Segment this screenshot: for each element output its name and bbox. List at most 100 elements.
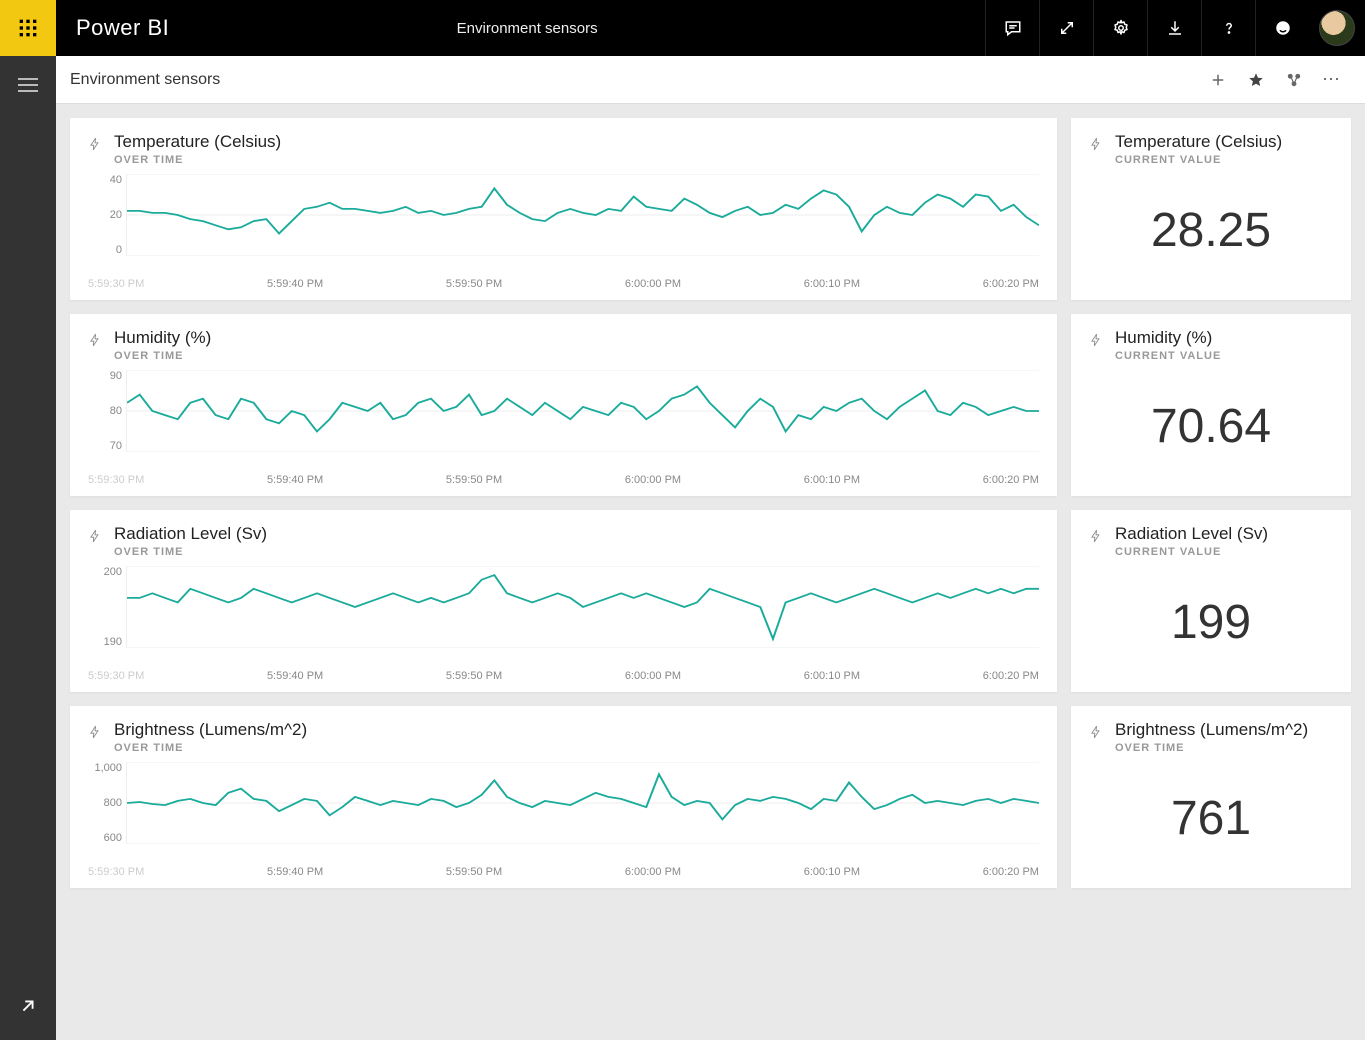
lightning-icon — [88, 135, 102, 153]
y-axis-labels: 908070 — [88, 370, 122, 452]
share-button[interactable] — [1275, 61, 1313, 99]
star-icon — [1247, 71, 1265, 89]
streaming-indicator-icon — [1089, 331, 1103, 354]
kpi-tile[interactable]: Temperature (Celsius)CURRENT VALUE28.25 — [1071, 118, 1351, 300]
x-tick: 6:00:00 PM — [625, 278, 681, 290]
tile-title: Radiation Level (Sv) — [1115, 524, 1333, 544]
share-icon — [1285, 71, 1303, 89]
kpi-tile[interactable]: Brightness (Lumens/m^2)OVER TIME761 — [1071, 706, 1351, 888]
help-icon — [1220, 19, 1238, 37]
streaming-indicator-icon — [1089, 723, 1103, 746]
tile-subtitle: OVER TIME — [1115, 742, 1333, 754]
x-axis-labels: 5:59:30 PM5:59:40 PM5:59:50 PM6:00:00 PM… — [88, 670, 1039, 682]
x-tick: 6:00:10 PM — [804, 866, 860, 878]
x-tick: 5:59:30 PM — [88, 474, 144, 486]
x-tick: 5:59:30 PM — [88, 670, 144, 682]
expand-icon — [1058, 19, 1076, 37]
streaming-indicator-icon — [88, 723, 102, 746]
download-icon — [1166, 19, 1184, 37]
y-axis-labels: 1,000800600 — [88, 762, 122, 844]
tile-title: Temperature (Celsius) — [114, 132, 1039, 152]
open-external-icon — [17, 995, 39, 1017]
fullscreen-button[interactable] — [1039, 0, 1093, 56]
kpi-value: 199 — [1089, 558, 1333, 682]
feedback-button[interactable] — [1255, 0, 1309, 56]
chart-tile[interactable]: Radiation Level (Sv)OVER TIME2001905:59:… — [70, 510, 1057, 692]
chart-body: 200 190 — [88, 566, 1039, 666]
plot-area — [126, 762, 1039, 844]
x-tick: 6:00:00 PM — [625, 670, 681, 682]
y-tick: 20 — [110, 209, 122, 221]
tile-subtitle: CURRENT VALUE — [1115, 154, 1333, 166]
comments-button[interactable] — [985, 0, 1039, 56]
open-external-button[interactable] — [17, 995, 39, 1022]
y-tick: 40 — [110, 174, 122, 186]
user-avatar-button[interactable] — [1309, 0, 1365, 56]
x-tick: 6:00:20 PM — [983, 278, 1039, 290]
streaming-indicator-icon — [1089, 135, 1103, 158]
x-tick: 5:59:30 PM — [88, 278, 144, 290]
x-tick: 5:59:40 PM — [267, 670, 323, 682]
lightning-icon — [1089, 527, 1103, 545]
y-tick: 0 — [116, 244, 122, 256]
more-options-button[interactable]: ⋯ — [1313, 61, 1351, 99]
x-tick: 6:00:10 PM — [804, 278, 860, 290]
page-title: Environment sensors — [169, 20, 885, 37]
tile-title: Radiation Level (Sv) — [114, 524, 1039, 544]
sensor-row: Brightness (Lumens/m^2)OVER TIME1,000800… — [70, 706, 1351, 888]
settings-button[interactable] — [1093, 0, 1147, 56]
left-nav-rail — [0, 56, 56, 1040]
chart-body: 40 20 0 — [88, 174, 1039, 274]
plus-icon — [1209, 71, 1227, 89]
streaming-indicator-icon — [88, 527, 102, 550]
x-tick: 5:59:50 PM — [446, 278, 502, 290]
add-tile-button[interactable] — [1199, 61, 1237, 99]
tile-title: Humidity (%) — [114, 328, 1039, 348]
y-tick: 90 — [110, 370, 122, 382]
y-tick: 200 — [104, 566, 122, 578]
brand-label: Power BI — [76, 15, 169, 41]
tile-title: Brightness (Lumens/m^2) — [1115, 720, 1333, 740]
x-tick: 5:59:40 PM — [267, 866, 323, 878]
y-tick: 800 — [104, 797, 122, 809]
tile-subtitle: OVER TIME — [114, 742, 1039, 754]
app-launcher-button[interactable] — [0, 0, 56, 56]
kpi-tile[interactable]: Humidity (%)CURRENT VALUE70.64 — [1071, 314, 1351, 496]
kpi-tile[interactable]: Radiation Level (Sv) CURRENT VALUE199 — [1071, 510, 1351, 692]
x-tick: 6:00:00 PM — [625, 866, 681, 878]
tile-subtitle: CURRENT VALUE — [1115, 546, 1333, 558]
lightning-icon — [1089, 135, 1103, 153]
x-axis-labels: 5:59:30 PM5:59:40 PM5:59:50 PM6:00:00 PM… — [88, 278, 1039, 290]
nav-toggle-button[interactable] — [18, 74, 38, 96]
help-button[interactable] — [1201, 0, 1255, 56]
lightning-icon — [88, 723, 102, 741]
sensor-row: Radiation Level (Sv)OVER TIME2001905:59:… — [70, 510, 1351, 692]
x-tick: 6:00:20 PM — [983, 866, 1039, 878]
x-tick: 6:00:20 PM — [983, 474, 1039, 486]
gear-icon — [1112, 19, 1130, 37]
download-button[interactable] — [1147, 0, 1201, 56]
chart-tile[interactable]: Brightness (Lumens/m^2)OVER TIME1,000800… — [70, 706, 1057, 888]
x-tick: 6:00:20 PM — [983, 670, 1039, 682]
sensor-row: Humidity (%)OVER TIME9080705:59:30 PM5:5… — [70, 314, 1351, 496]
sub-header: Environment sensors ⋯ — [56, 56, 1365, 104]
streaming-indicator-icon — [88, 135, 102, 158]
smile-icon — [1274, 19, 1292, 37]
chart-body: 1,000800600 — [88, 762, 1039, 862]
plot-area — [126, 174, 1039, 256]
waffle-icon — [18, 18, 38, 38]
topbar-actions — [985, 0, 1365, 56]
lightning-icon — [1089, 331, 1103, 349]
chart-tile[interactable]: Temperature (Celsius) OVER TIME 40 20 0 5:59:… — [70, 118, 1057, 300]
chart-tile[interactable]: Humidity (%)OVER TIME9080705:59:30 PM5:5… — [70, 314, 1057, 496]
tile-subtitle: OVER TIME — [114, 350, 1039, 362]
kpi-value: 28.25 — [1089, 166, 1333, 290]
y-tick: 190 — [104, 636, 122, 648]
tile-title: Humidity (%) — [1115, 328, 1333, 348]
chart-body: 908070 — [88, 370, 1039, 470]
tile-subtitle: OVER TIME — [114, 154, 1039, 166]
favorite-button[interactable] — [1237, 61, 1275, 99]
avatar-icon — [1319, 10, 1355, 46]
sensor-row: Temperature (Celsius) OVER TIME 40 20 0 5:59:… — [70, 118, 1351, 300]
y-tick: 600 — [104, 832, 122, 844]
